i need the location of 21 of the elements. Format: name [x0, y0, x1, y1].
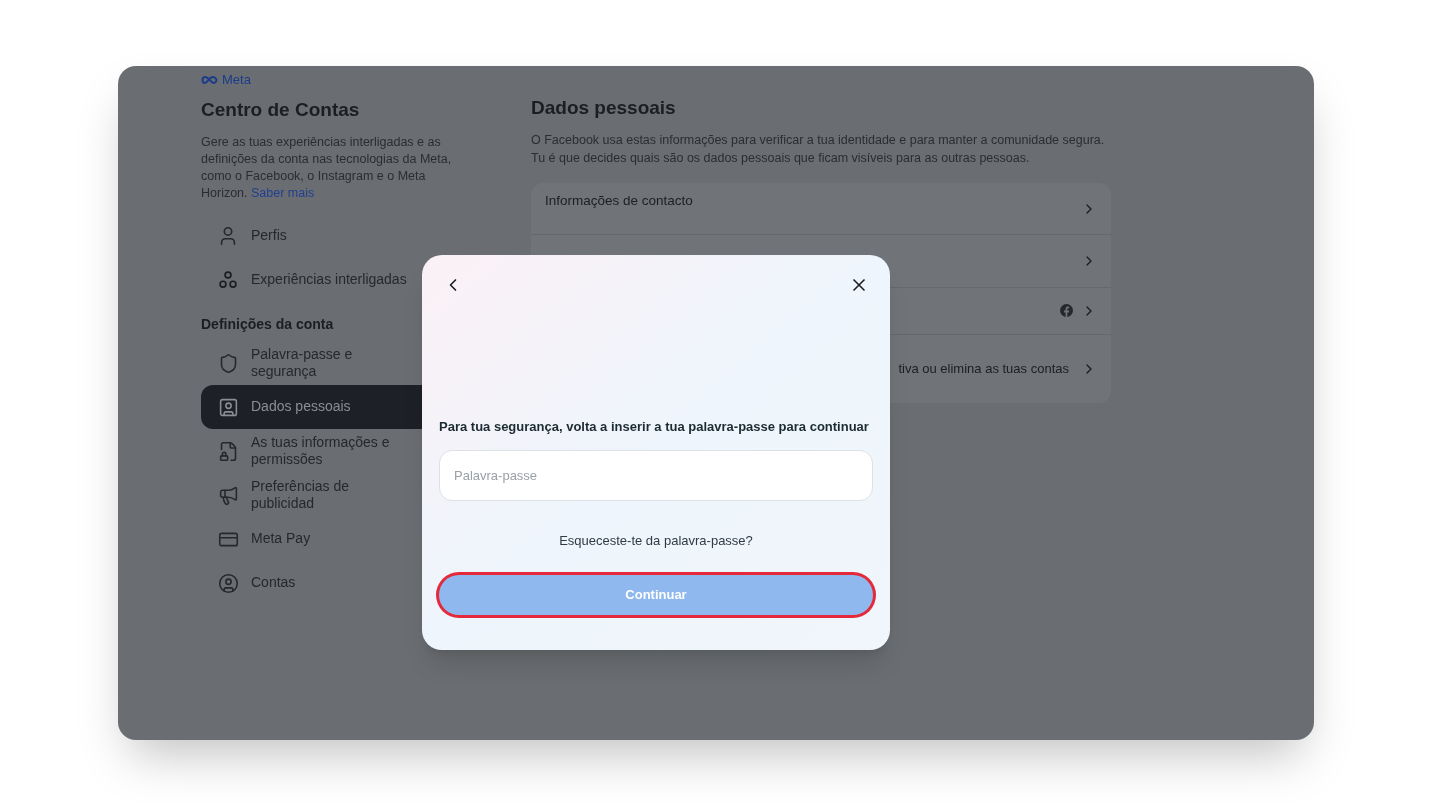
sidebar-item[interactable]: Palavra-passe e segurança	[201, 341, 501, 385]
linked-circles-icon	[218, 270, 238, 290]
learn-more-link[interactable]: Saber mais	[251, 186, 315, 200]
sidebar-item[interactable]: Perfis	[201, 214, 501, 258]
sidebar-title: Centro de Contas	[201, 97, 361, 122]
section-title: Definições da conta	[201, 315, 335, 334]
settings-row[interactable]: Informações de contacto	[531, 182, 1111, 235]
password-field[interactable]: Palavra-passe	[439, 450, 873, 501]
page-description: O Facebook usa estas informações para verificar a tua identidade e para manter a comunidade segura. Tu é que decides quais são os dados pessoais que ficam visíveis para as outras pessoas.	[531, 131, 1106, 167]
page-title: Dados pessoais	[531, 96, 677, 120]
facebook-icon	[1060, 304, 1073, 317]
sidebar-item[interactable]: Meta Pay	[201, 517, 501, 561]
sidebar-item[interactable]: Experiências interligadas	[201, 258, 501, 302]
forgot-password-link[interactable]: Esqueceste-te da palavra-passe?	[559, 531, 753, 551]
document-lock-icon	[217, 440, 239, 462]
account-circle-icon	[217, 572, 239, 594]
infinity-logo-icon	[201, 74, 218, 85]
brand-name: Meta	[222, 71, 251, 89]
megaphone-icon	[217, 484, 239, 506]
id-card-icon	[217, 396, 239, 418]
sidebar-description: Gere as tuas experiências interligadas e as definições da conta nas tecnologias da Meta, como o Facebook, o Instagram e o Meta Horizon. Saber mais	[201, 134, 453, 202]
